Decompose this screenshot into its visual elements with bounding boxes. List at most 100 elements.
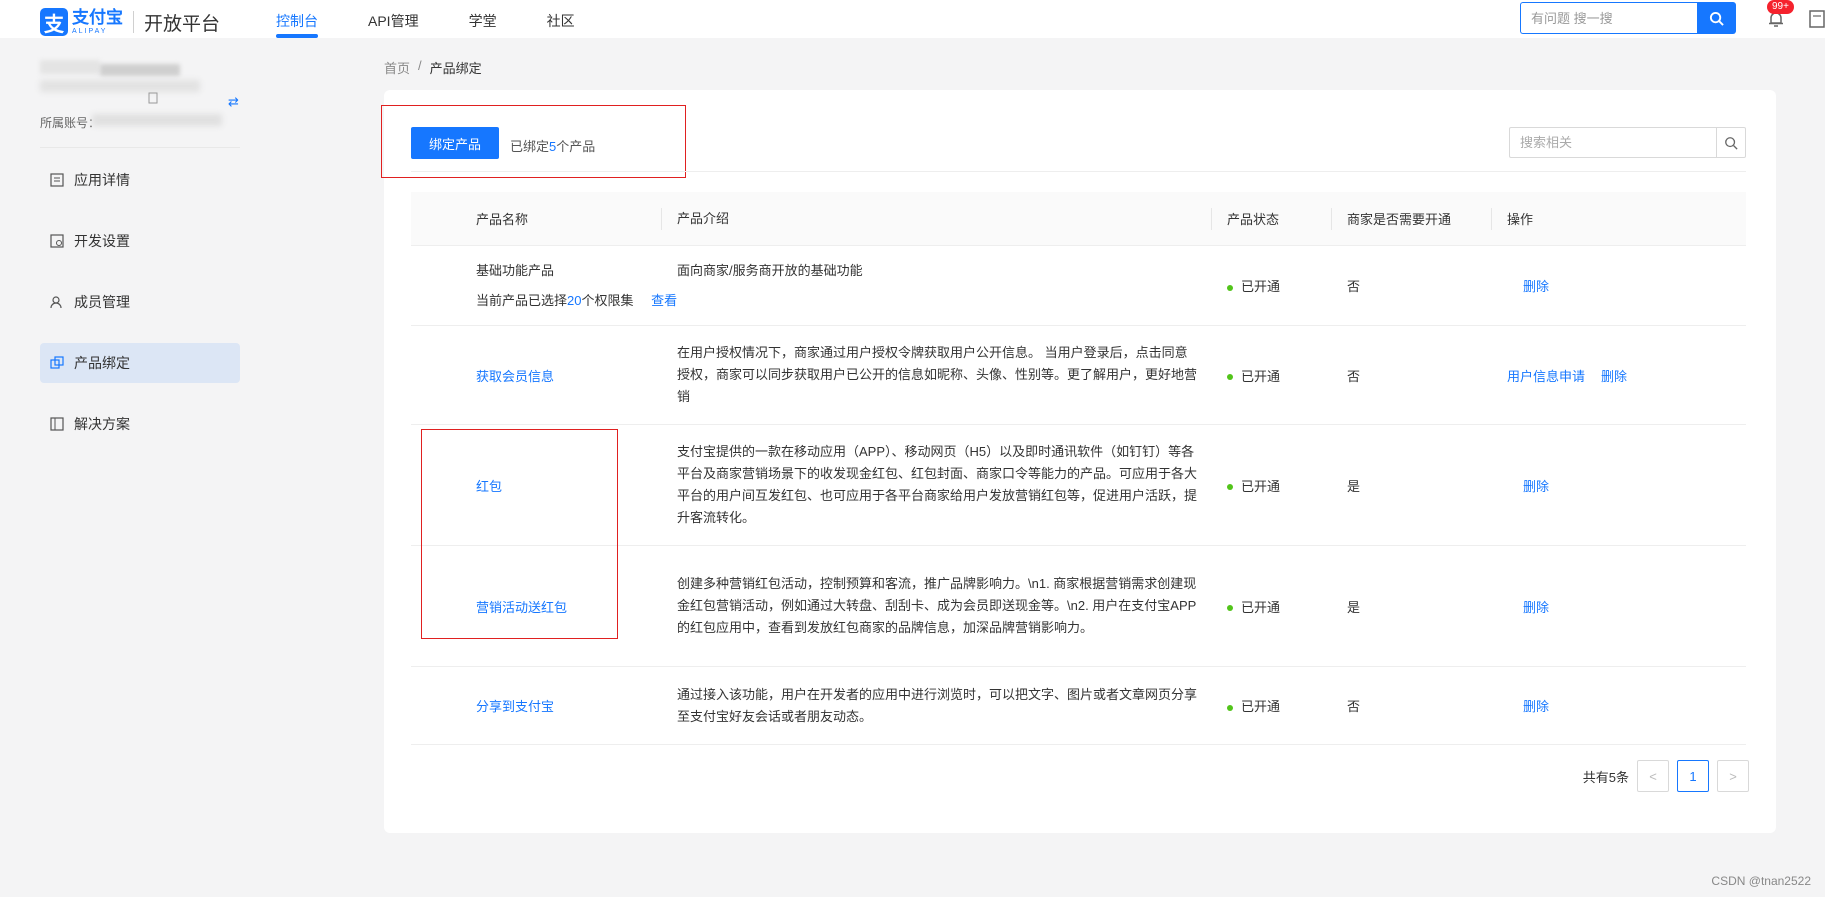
members-icon — [50, 295, 64, 309]
product-intro: 通过接入该功能，用户在开发者的应用中进行浏览时，可以把文字、图片或者文章网页分享… — [677, 686, 1198, 724]
logo-divider — [133, 11, 134, 33]
notification-badge: 99+ — [1767, 0, 1794, 14]
merchant-need: 否 — [1347, 279, 1361, 294]
table-row: 获取会员信息 在用户授权情况下，商家通过用户授权令牌获取用户公开信息。 当用户登… — [411, 326, 1746, 425]
prev-page-button[interactable]: < — [1637, 760, 1669, 792]
account-avatar-blur — [40, 60, 100, 74]
top-search-input[interactable] — [1520, 2, 1697, 34]
merchant-need: 否 — [1347, 699, 1361, 714]
sidebar-item-label: 应用详情 — [74, 172, 130, 188]
merchant-need: 是 — [1347, 478, 1361, 494]
table-header: 产品名称 产品介绍 产品状态 商家是否需要开通 操作 — [411, 192, 1746, 246]
account-name-blur — [100, 64, 180, 76]
bound-count-text: 已绑定5个产品 — [510, 139, 596, 154]
sidebar-item-label: 开发设置 — [74, 233, 130, 249]
breadcrumb: 首页 / 产品绑定 — [384, 58, 482, 77]
sidebar-item-members[interactable]: 成员管理 — [40, 282, 240, 322]
sidebar-item-product-bind[interactable]: 产品绑定 — [40, 343, 240, 383]
product-search — [1509, 127, 1746, 158]
row-actions: 删除 — [1491, 696, 1746, 715]
status-dot — [1227, 605, 1233, 612]
sidebar-menu: 应用详情 开发设置 成员管理 产品绑定 解决方案 — [40, 147, 240, 465]
top-search-button[interactable] — [1697, 2, 1736, 34]
product-search-button[interactable] — [1716, 127, 1746, 158]
app-detail-icon — [50, 173, 64, 187]
product-name: 开放平台 — [144, 13, 221, 35]
account-id-blur — [40, 80, 200, 92]
brand-sub: ALIPAY — [72, 28, 108, 35]
status-dot — [1227, 374, 1233, 381]
delete-link[interactable]: 删除 — [1523, 597, 1549, 616]
product-intro: 支付宝提供的一款在移动应用（APP）、移动网页（H5）以及即时通讯软件（如钉钉）… — [677, 444, 1198, 525]
solution-icon — [50, 417, 64, 431]
dev-settings-icon — [50, 234, 64, 248]
nav-item-2[interactable]: 学堂 — [469, 0, 497, 38]
breadcrumb-separator: / — [418, 58, 422, 73]
nav-item-1[interactable]: API管理 — [368, 0, 419, 38]
page-button[interactable]: 1 — [1677, 760, 1709, 792]
search-icon — [1725, 136, 1738, 150]
row-actions: 删除 — [1491, 597, 1746, 616]
status-dot — [1227, 484, 1233, 491]
account-info: ⇄ 所属账号： — [40, 56, 240, 136]
row-actions: 删除 — [1491, 276, 1746, 295]
product-bind-icon — [50, 356, 64, 370]
status-dot — [1227, 284, 1233, 291]
header-intro: 产品介绍 — [661, 192, 1211, 246]
top-nav: 控制台 API管理 学堂 社区 — [276, 0, 625, 38]
breadcrumb-home[interactable]: 首页 — [384, 58, 410, 77]
card-divider — [411, 171, 1746, 172]
alipay-logo-mark: 支 — [40, 8, 68, 36]
nav-item-0[interactable]: 控制台 — [276, 0, 318, 38]
user-info-apply-link[interactable]: 用户信息申请 — [1507, 366, 1585, 385]
sidebar-divider — [40, 147, 240, 148]
product-intro: 面向商家/服务商开放的基础功能 — [677, 263, 863, 278]
product-bind-card: 绑定产品 已绑定5个产品 产品名称 产品介绍 产品状态 商家是否需要开通 操作 … — [381, 90, 1776, 833]
breadcrumb-current: 产品绑定 — [429, 61, 482, 76]
view-permissions-link[interactable]: 查看 — [651, 293, 677, 308]
bind-product-button[interactable]: 绑定产品 — [411, 127, 499, 159]
permission-summary: 当前产品已选择20个权限集 查看 — [476, 292, 678, 308]
delete-link[interactable]: 删除 — [1601, 366, 1627, 385]
row-actions: 删除 — [1491, 476, 1746, 495]
top-search — [1520, 2, 1736, 34]
brand-name: 支付宝 — [72, 8, 123, 27]
sidebar-item-solution[interactable]: 解决方案 — [40, 404, 240, 444]
account-label: 所属账号： — [40, 116, 101, 130]
header-status: 产品状态 — [1211, 192, 1331, 246]
merchant-need: 否 — [1347, 368, 1361, 384]
product-search-input[interactable] — [1509, 127, 1717, 158]
delete-link[interactable]: 删除 — [1523, 696, 1549, 715]
alipay-logo[interactable]: 支 支付宝 ALIPAY 开放平台 — [40, 7, 220, 37]
search-icon — [1709, 11, 1724, 26]
product-intro: 创建多种营销红包活动，控制预算和客流，推广品牌影响力。\n1. 商家根据营销需求… — [677, 576, 1197, 635]
header-ops: 操作 — [1491, 192, 1746, 246]
product-status: 已开通 — [1211, 276, 1331, 295]
product-name-link[interactable]: 获取会员信息 — [476, 369, 554, 384]
nav-item-3[interactable]: 社区 — [547, 0, 575, 38]
top-bar: 支 支付宝 ALIPAY 开放平台 控制台 API管理 学堂 社区 99+ — [0, 0, 1825, 38]
next-page-button[interactable]: > — [1717, 760, 1749, 792]
watermark: CSDN @tnan2522 — [1711, 874, 1811, 888]
sidebar-item-label: 产品绑定 — [74, 355, 130, 371]
sidebar-item-app-detail[interactable]: 应用详情 — [40, 160, 240, 200]
highlight-box-red-envelope — [421, 429, 618, 639]
account-value-blur — [92, 114, 222, 126]
product-status: 已开通 — [1211, 476, 1331, 495]
delete-link[interactable]: 删除 — [1523, 276, 1549, 295]
header-need: 商家是否需要开通 — [1331, 192, 1491, 246]
sidebar-item-dev-settings[interactable]: 开发设置 — [40, 221, 240, 261]
header-name: 产品名称 — [476, 212, 529, 227]
product-name-link[interactable]: 分享到支付宝 — [476, 699, 554, 714]
sidebar-item-label: 解决方案 — [74, 416, 130, 432]
delete-link[interactable]: 删除 — [1523, 476, 1549, 495]
status-dot — [1227, 704, 1233, 711]
table-row: 基础功能产品 当前产品已选择20个权限集 查看 面向商家/服务商开放的基础功能 … — [411, 246, 1746, 326]
permission-count: 20 — [567, 292, 582, 308]
copy-icon[interactable] — [148, 92, 159, 104]
switch-icon[interactable]: ⇄ — [228, 94, 239, 110]
product-status: 已开通 — [1211, 696, 1331, 715]
product-status: 已开通 — [1211, 366, 1331, 385]
document-icon[interactable] — [1809, 10, 1825, 28]
merchant-need: 是 — [1347, 599, 1361, 615]
